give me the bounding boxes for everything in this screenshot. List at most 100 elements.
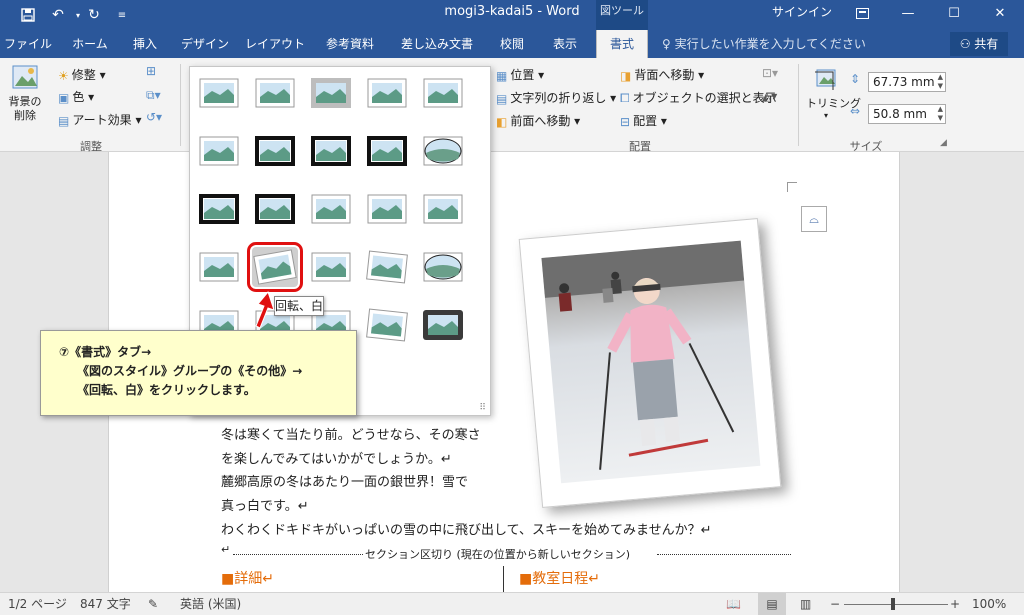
share-label: 共有: [974, 37, 999, 51]
size-dialog-launcher-icon[interactable]: ◢: [940, 138, 947, 148]
picture-style-thumbnail[interactable]: [308, 189, 354, 229]
picture-style-thumbnail[interactable]: [308, 247, 354, 287]
crop-button[interactable]: トリミング ▾: [806, 66, 861, 120]
picture-style-thumbnail[interactable]: [364, 305, 410, 345]
picture-style-thumbnail[interactable]: [364, 247, 410, 287]
minimize-icon[interactable]: —: [890, 0, 926, 26]
send-backward-label: 背面へ移動: [634, 68, 695, 82]
style-tooltip: 回転、白: [274, 296, 324, 316]
group-objects-icon[interactable]: ⊡▾: [762, 66, 778, 80]
body-line: わくわくドキドキがいっぱいの雪の中に飛び出して、スキーを始めてみませんか？↵: [221, 523, 712, 538]
change-picture-icon[interactable]: ⧉▾: [146, 88, 161, 103]
picture-thumbnail-icon: [255, 136, 295, 166]
tab-review[interactable]: 校閲: [490, 30, 534, 58]
corrections-button[interactable]: ☀ 修整 ▾: [58, 66, 106, 83]
word-count[interactable]: 847 文字: [80, 593, 131, 615]
picture-style-thumbnail[interactable]: [420, 189, 466, 229]
align-button[interactable]: ⊟ 配置 ▾: [620, 112, 667, 129]
tell-me-box[interactable]: ♀ 実行したい作業を入力してください: [662, 30, 866, 58]
ribbon-display-options-icon[interactable]: [844, 0, 880, 26]
paragraph-mark: ↵: [221, 543, 231, 556]
width-input[interactable]: 50.8 mm ▲ ▼: [868, 104, 946, 124]
position-button[interactable]: ▦ 位置 ▾: [496, 66, 544, 83]
picture-style-thumbnail[interactable]: [420, 131, 466, 171]
remove-background-label-2: 削除: [14, 109, 36, 122]
picture-style-thumbnail[interactable]: [420, 73, 466, 113]
picture-thumbnail-icon: [199, 252, 239, 282]
callout-line-3: 《回転、白》をクリックします。: [77, 383, 256, 397]
section-break-rule-right: [657, 554, 791, 555]
color-button[interactable]: ▣ 色 ▾: [58, 88, 94, 105]
picture-style-thumbnail[interactable]: [247, 242, 303, 292]
picture-style-thumbnail[interactable]: [196, 131, 242, 171]
close-icon[interactable]: ✕: [982, 0, 1018, 26]
picture-style-thumbnail[interactable]: [308, 131, 354, 171]
picture-style-thumbnail[interactable]: [420, 305, 466, 345]
picture-style-thumbnail[interactable]: [196, 73, 242, 113]
read-mode-icon[interactable]: 📖: [726, 593, 741, 615]
wrap-text-button[interactable]: ▤ 文字列の折り返し ▾: [496, 89, 616, 106]
selected-picture[interactable]: [518, 218, 782, 508]
tab-layout[interactable]: レイアウト: [244, 30, 306, 58]
height-spinner-icon[interactable]: ▲ ▼: [938, 73, 943, 91]
remove-background-button[interactable]: 背景の 削除: [8, 64, 42, 123]
picture-style-thumbnail[interactable]: [364, 73, 410, 113]
print-layout-icon[interactable]: ▤: [758, 593, 786, 615]
height-input[interactable]: 67.73 mm ▲ ▼: [868, 72, 946, 92]
proofing-icon[interactable]: ✎: [148, 593, 158, 615]
picture-thumbnail-icon: [199, 136, 239, 166]
signin-link[interactable]: サインイン: [772, 0, 832, 26]
width-spinner-icon[interactable]: ▲ ▼: [938, 105, 943, 123]
tab-file[interactable]: ファイル: [0, 30, 56, 58]
picture-tools-label: 図ツール: [596, 0, 648, 30]
art-effects-button[interactable]: ▤ アート効果 ▾: [58, 111, 141, 128]
tab-view[interactable]: 表示: [542, 30, 588, 58]
tab-design[interactable]: デザイン: [176, 30, 234, 58]
gallery-resize-grip-icon[interactable]: ⠿: [479, 403, 486, 413]
page-count[interactable]: 1/2 ページ: [8, 593, 67, 615]
picture-style-thumbnail[interactable]: [420, 247, 466, 287]
picture-style-thumbnail[interactable]: [252, 189, 298, 229]
picture-thumbnail-icon: [366, 250, 408, 284]
share-button[interactable]: ⚇ 共有: [950, 32, 1008, 56]
send-backward-icon: ◨: [620, 68, 632, 83]
zoom-slider[interactable]: [844, 604, 948, 605]
tab-mailings[interactable]: 差し込み文書: [394, 30, 480, 58]
picture-style-thumbnail[interactable]: [196, 189, 242, 229]
selection-pane-label: オブジェクトの選択と表示: [632, 91, 777, 105]
picture-thumbnail-icon: [423, 194, 463, 224]
layout-options-icon[interactable]: ⌓: [801, 206, 827, 232]
section-break-label: セクション区切り (現在の位置から新しいセクション): [365, 548, 631, 561]
align-icon: ⊟: [620, 114, 631, 129]
picture-style-thumbnail[interactable]: [364, 131, 410, 171]
wrap-text-label: 文字列の折り返し: [510, 91, 607, 105]
maximize-icon[interactable]: ☐: [936, 0, 972, 26]
rotate-icon[interactable]: ◭▾: [762, 89, 777, 103]
bring-forward-button[interactable]: ◧ 前面へ移動 ▾: [496, 112, 580, 129]
picture-thumbnail-icon: [311, 252, 351, 282]
language-indicator[interactable]: 英語 (米国): [180, 593, 241, 615]
zoom-in-icon[interactable]: +: [950, 593, 960, 615]
picture-style-thumbnail[interactable]: [308, 73, 354, 113]
picture-style-thumbnail[interactable]: [196, 247, 242, 287]
tab-home[interactable]: ホーム: [62, 30, 118, 58]
selection-pane-button[interactable]: ⧠ オブジェクトの選択と表示: [620, 89, 777, 106]
reset-picture-icon[interactable]: ↺▾: [146, 110, 162, 124]
tab-insert[interactable]: 挿入: [122, 30, 168, 58]
zoom-level[interactable]: 100%: [972, 593, 1006, 615]
picture-style-thumbnail[interactable]: [364, 189, 410, 229]
section-break-rule-left: [233, 554, 363, 555]
picture-style-thumbnail[interactable]: [252, 73, 298, 113]
picture-thumbnail-icon: [199, 194, 239, 224]
tab-format[interactable]: 書式: [596, 30, 648, 58]
compress-pictures-icon[interactable]: ⊞: [146, 64, 156, 78]
send-backward-button[interactable]: ◨ 背面へ移動 ▾: [620, 66, 704, 83]
tab-references[interactable]: 参考資料: [316, 30, 384, 58]
web-layout-icon[interactable]: ▥: [800, 593, 811, 615]
picture-style-thumbnail[interactable]: [252, 131, 298, 171]
picture-thumbnail-icon: [423, 310, 463, 340]
zoom-slider-thumb[interactable]: [891, 598, 895, 610]
crop-icon: [815, 69, 836, 90]
zoom-out-icon[interactable]: −: [830, 593, 840, 615]
art-effects-label: アート効果: [72, 113, 132, 127]
